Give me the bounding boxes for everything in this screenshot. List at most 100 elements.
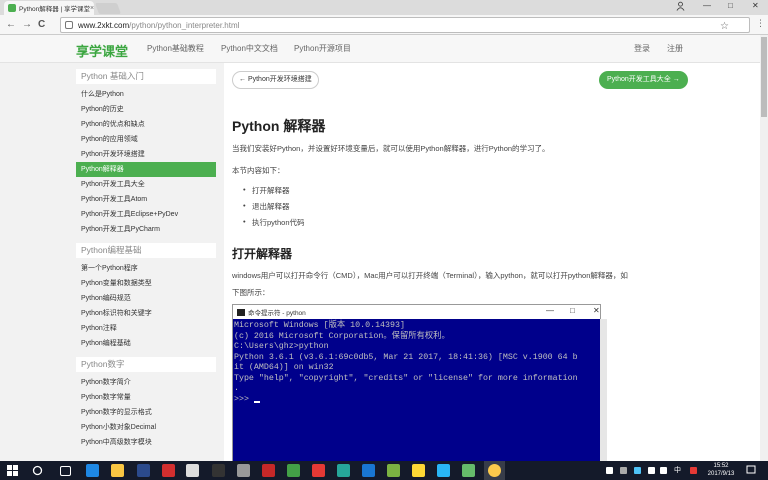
sidebar-item[interactable]: Python编码规范	[76, 291, 216, 306]
app-icon-green[interactable]	[287, 464, 300, 477]
nav-python-docs[interactable]: Python中文文档	[221, 43, 278, 54]
bookmark-star-icon[interactable]: ☆	[720, 21, 729, 32]
sidebar-item[interactable]: Python开发环境搭建	[76, 147, 216, 162]
clock-time: 15:52	[713, 463, 729, 469]
sidebar-item[interactable]: 第一个Python程序	[76, 261, 216, 276]
url-host: www.2xkt.com	[78, 20, 130, 30]
section-paragraph: windows用户可以打开命令行（CMD），Mac用户可以打开终端（Termin…	[232, 271, 628, 280]
console-line: Type "help", "copyright", "credits" or "…	[234, 373, 578, 383]
sidebar-item[interactable]: Python的应用领域	[76, 132, 216, 147]
sidebar-item[interactable]: Python开发工具大全	[76, 177, 216, 192]
tab-title: Python解释器 | 享学课堂	[19, 6, 91, 13]
search-icon[interactable]	[32, 465, 43, 476]
cmd-minimize-icon: —	[546, 306, 554, 315]
sidebar-item[interactable]: Python数字简介	[76, 375, 216, 390]
site-favicon-icon	[8, 4, 16, 12]
console-line: C:\Users\ghz>python	[234, 342, 329, 351]
app-icon-teal[interactable]	[337, 464, 350, 477]
nav-python-basics[interactable]: Python基础教程	[147, 43, 204, 54]
sidebar-item[interactable]: Python开发工具Atom	[76, 192, 216, 207]
site-header: 享学课堂 Python基础教程 Python中文文档 Python开源项目 登录…	[0, 35, 760, 63]
toc-list: 打开解释器 退出解释器 执行python代码	[243, 185, 305, 233]
app-icon-red2[interactable]	[312, 464, 325, 477]
edge-browser-icon[interactable]	[86, 464, 99, 477]
clock[interactable]: 15:52 2017/9/13	[706, 462, 736, 478]
system-tray-icon[interactable]	[620, 467, 627, 474]
windows-start-icon[interactable]	[7, 465, 18, 476]
nav-python-projects[interactable]: Python开源项目	[294, 43, 351, 54]
register-link[interactable]: 注册	[667, 43, 683, 54]
sidebar-item[interactable]: Python注释	[76, 321, 216, 336]
browser-tab[interactable]: Python解释器 | 享学课堂 ×	[4, 1, 94, 15]
app-icon-crimson[interactable]	[262, 464, 275, 477]
notifications-icon[interactable]	[746, 465, 756, 475]
minimize-button[interactable]: —	[703, 1, 711, 10]
forward-button[interactable]: →	[22, 19, 32, 30]
sidebar-item[interactable]: Python开发工具PyCharm	[76, 222, 216, 237]
system-tray-icon[interactable]	[660, 467, 667, 474]
maximize-button[interactable]: □	[728, 1, 733, 10]
sidebar-item[interactable]: Python数字常量	[76, 390, 216, 405]
toc-item: 退出解释器	[243, 201, 305, 217]
url-path: /python/python_interpreter.html	[129, 20, 240, 30]
system-tray-icon[interactable]	[690, 467, 697, 474]
page-scrollbar[interactable]	[760, 35, 768, 461]
cmd-titlebar: 命令提示符 - python	[233, 305, 600, 319]
back-button[interactable]: ←	[6, 19, 16, 30]
sidebar-item[interactable]: Python变量和数据类型	[76, 276, 216, 291]
intro-paragraph: 当我们安装好Python，并设置好环境变量后，就可以使用Python解释器，进行…	[232, 144, 550, 153]
toc-item: 打开解释器	[243, 185, 305, 201]
app-icon-sky[interactable]	[437, 464, 450, 477]
console-prompt-line: >>>	[234, 395, 600, 406]
sidebar-item[interactable]: Python解释器	[76, 162, 216, 177]
app-icon-yellow[interactable]	[412, 464, 425, 477]
app-icon-red[interactable]	[162, 464, 175, 477]
sidebar-nav: Python 基础入门 什么是Python Python的历史 Python的优点和缺…	[76, 69, 216, 450]
login-link[interactable]: 登录	[634, 43, 650, 54]
sidebar-item[interactable]: Python编程基础	[76, 336, 216, 351]
page-info-icon[interactable]	[65, 21, 73, 29]
sidebar-item[interactable]: Python标识符和关键字	[76, 306, 216, 321]
app-icon-white[interactable]	[186, 464, 199, 477]
reload-button[interactable]: C	[38, 19, 45, 30]
sidebar-item[interactable]: Python的历史	[76, 102, 216, 117]
system-tray-icon[interactable]	[648, 467, 655, 474]
app-icon-gray[interactable]	[237, 464, 250, 477]
cmd-app-icon	[237, 308, 245, 316]
terminal-icon[interactable]	[212, 464, 225, 477]
cmd-console-output: Microsoft Windows [版本 10.0.14393] (c) 201…	[233, 319, 600, 462]
photoshop-icon[interactable]	[137, 464, 150, 477]
cmd-scrollbar	[600, 319, 607, 462]
app-icon-blue[interactable]	[362, 464, 375, 477]
app-icon-lime[interactable]	[387, 464, 400, 477]
task-view-icon[interactable]	[60, 466, 71, 476]
browser-menu-icon[interactable]: ⋮	[756, 18, 765, 29]
console-prompt: >>>	[234, 394, 254, 404]
system-tray-icon[interactable]	[634, 467, 641, 474]
section-paragraph-cont: 下图所示：	[232, 288, 270, 297]
sidebar-item[interactable]: Python开发工具Eclipse+PyDev	[76, 207, 216, 222]
next-page-button[interactable]: Python开发工具大全 →	[599, 71, 688, 89]
site-logo[interactable]: 享学课堂	[76, 41, 128, 60]
sidebar-item[interactable]: 什么是Python	[76, 87, 216, 102]
sidebar-section-title: Python 基础入门	[76, 69, 216, 84]
new-tab-button[interactable]	[94, 3, 122, 14]
sidebar-item[interactable]: Python的优点和缺点	[76, 117, 216, 132]
system-tray-icon[interactable]	[606, 467, 613, 474]
article-content: ← Python开发环境搭建 Python开发工具大全 → Python 解释器…	[224, 63, 760, 462]
sidebar-item[interactable]: Python小数对象Decimal	[76, 420, 216, 435]
file-explorer-icon[interactable]	[111, 464, 124, 477]
close-window-button[interactable]: ✕	[752, 1, 759, 10]
scrollbar-thumb[interactable]	[761, 37, 767, 117]
sidebar-item[interactable]: Python中高级数字模块	[76, 435, 216, 450]
cmd-close-icon: ✕	[593, 306, 600, 315]
cmd-maximize-icon: □	[570, 306, 575, 315]
app-icon-green2[interactable]	[462, 464, 475, 477]
ime-indicator[interactable]: 中	[674, 465, 681, 475]
console-line: .	[234, 384, 239, 393]
prev-page-button[interactable]: ← Python开发环境搭建	[232, 71, 319, 89]
sidebar-item[interactable]: Python数字的显示格式	[76, 405, 216, 420]
address-bar[interactable]: www.2xkt.com/python/python_interpreter.h…	[60, 17, 750, 33]
user-profile-icon[interactable]	[676, 1, 685, 11]
tab-close-icon[interactable]: ×	[90, 5, 94, 12]
